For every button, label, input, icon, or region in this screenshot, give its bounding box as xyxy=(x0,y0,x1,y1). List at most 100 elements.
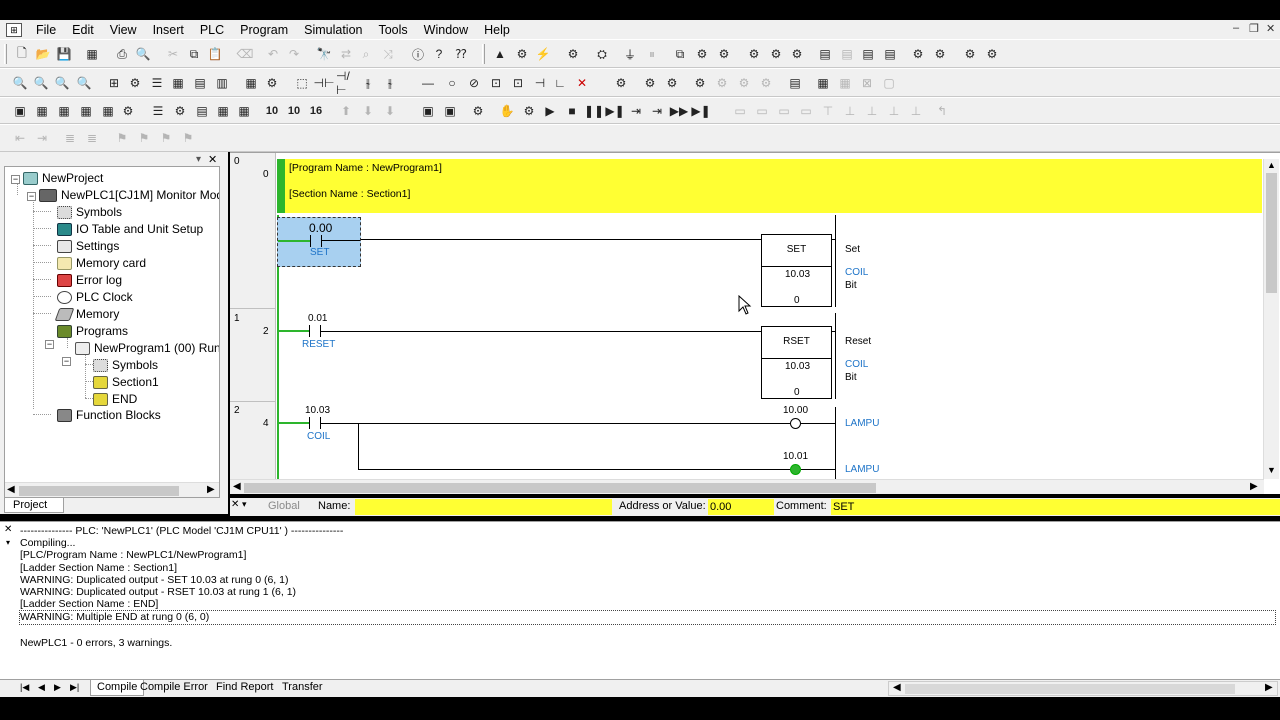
new-icon[interactable]: 🗋 xyxy=(12,44,32,64)
rung-annotation-icon[interactable]: ☰ xyxy=(147,73,167,93)
new-or-closed-contact-icon[interactable]: ⫳ xyxy=(380,73,400,93)
tab-compile-error[interactable]: Compile Error xyxy=(140,681,208,693)
new-closed-coil-icon[interactable]: ⊘ xyxy=(464,73,484,93)
tree-item-error-log[interactable]: Error log xyxy=(57,272,122,288)
set-instruction[interactable]: SET 10.03 0 xyxy=(761,234,832,307)
align-icon[interactable]: ⊥ xyxy=(884,101,904,121)
tab-next-icon[interactable]: ▶ xyxy=(54,682,61,693)
sfc-view-icon[interactable]: ⚙ xyxy=(170,101,190,121)
data-trace-icon[interactable]: ⚙ xyxy=(662,73,682,93)
bookmark-icon[interactable]: ⚑ xyxy=(112,128,132,148)
scroll-right-icon[interactable]: ▶ xyxy=(1250,481,1258,492)
menu-help[interactable]: Help xyxy=(476,23,518,37)
dec-signed-icon[interactable]: 10 xyxy=(284,101,304,121)
outdent-icon[interactable]: ⇤ xyxy=(10,128,30,148)
replace-icon[interactable]: ⇄ xyxy=(336,44,356,64)
online-edit-icon[interactable]: ⛭ xyxy=(592,44,612,64)
step-all-icon[interactable]: ⬇ xyxy=(380,101,400,121)
step-up-icon[interactable]: ⬆ xyxy=(336,101,356,121)
mnemonic-icon[interactable]: ▦ xyxy=(241,73,261,93)
uncomment-icon[interactable]: ≣ xyxy=(82,128,102,148)
cross-reference-icon[interactable]: ⤨ xyxy=(378,44,398,64)
paste-icon[interactable]: 📋 xyxy=(205,44,225,64)
window-cascade-icon[interactable]: ▤ xyxy=(837,44,857,64)
scroll-right-icon[interactable]: ▶ xyxy=(207,484,215,495)
save-icon[interactable]: 💾 xyxy=(54,44,74,64)
fb-edit-icon[interactable]: ▣ xyxy=(10,101,30,121)
collapse-icon[interactable]: − xyxy=(62,357,71,366)
tree-item-symbols[interactable]: Symbols xyxy=(57,204,122,220)
pin-icon[interactable]: ▾ xyxy=(242,499,247,510)
collapse-icon[interactable]: − xyxy=(11,175,20,184)
hand-icon[interactable]: ✋ xyxy=(497,101,517,121)
scroll-down-icon[interactable]: ▼ xyxy=(1267,465,1276,475)
fb-definition-icon[interactable]: ▦ xyxy=(32,101,52,121)
online-edit-send-icon[interactable]: ⚙ xyxy=(734,73,754,93)
menu-insert[interactable]: Insert xyxy=(145,23,192,37)
print-preview-icon[interactable]: 🔍 xyxy=(133,44,153,64)
collapse-icon[interactable]: − xyxy=(27,192,36,201)
next-bookmark-icon[interactable]: ⚑ xyxy=(134,128,154,148)
breakpoint-icon[interactable]: ⚙ xyxy=(519,101,539,121)
window-split-icon[interactable]: ▤ xyxy=(858,44,878,64)
fb-icon[interactable]: ⚙ xyxy=(908,44,928,64)
hex-value-icon[interactable]: 16 xyxy=(306,101,326,121)
fb-call-icon[interactable]: ▦ xyxy=(98,101,118,121)
open-icon[interactable]: 📂 xyxy=(33,44,53,64)
tab-transfer[interactable]: Transfer xyxy=(282,681,323,693)
align-icon[interactable]: ▭ xyxy=(796,101,816,121)
tree-item-end[interactable]: END xyxy=(93,391,137,407)
io-comment-icon[interactable]: ▥ xyxy=(212,73,232,93)
pause-icon[interactable]: ⏸ xyxy=(642,44,662,64)
tab-find-report[interactable]: Find Report xyxy=(216,681,273,693)
program-header[interactable]: [Program Name : NewProgram1] [Section Na… xyxy=(285,159,1262,213)
online-mode-icon[interactable]: ⚙ xyxy=(611,73,631,93)
find-icon[interactable]: 🔭 xyxy=(314,44,334,64)
contact-left-bar[interactable] xyxy=(309,325,310,337)
compile-all-icon[interactable]: ⚙ xyxy=(714,44,734,64)
zoom-out-icon[interactable]: 🔍 xyxy=(52,73,72,93)
st-view-icon[interactable]: ▤ xyxy=(192,101,212,121)
clear-bookmark-icon[interactable]: ⚑ xyxy=(178,128,198,148)
tab-last-icon[interactable]: ▶| xyxy=(70,682,79,693)
scan-run-icon[interactable]: ▶❚ xyxy=(691,101,711,121)
tree-item-project[interactable]: NewProject xyxy=(23,170,103,186)
new-or-contact-icon[interactable]: ⫳ xyxy=(358,73,378,93)
step-over-icon[interactable]: ⇥ xyxy=(647,101,667,121)
tree-item-program[interactable]: NewProgram1 (00) Runn xyxy=(75,340,219,356)
work-online-icon[interactable]: ⚙ xyxy=(563,44,583,64)
prev-bookmark-icon[interactable]: ⚑ xyxy=(156,128,176,148)
zoom-fit-icon[interactable]: 🔍 xyxy=(74,73,94,93)
align-icon[interactable]: ⊥ xyxy=(906,101,926,121)
scroll-right-icon[interactable]: ▶ xyxy=(1265,682,1273,693)
comment-icon[interactable]: ≣ xyxy=(60,128,80,148)
window-arrange-icon[interactable]: ▤ xyxy=(880,44,900,64)
watch-window-icon[interactable]: ▤ xyxy=(190,73,210,93)
menu-plc[interactable]: PLC xyxy=(192,23,232,37)
align-icon[interactable]: ▭ xyxy=(730,101,750,121)
toggle-project-icon[interactable]: ▲ xyxy=(490,44,510,64)
window-tile-icon[interactable]: ▤ xyxy=(815,44,835,64)
program-check-icon[interactable]: ⧉ xyxy=(670,44,690,64)
new-vertical-icon[interactable]: ∟ xyxy=(550,73,570,93)
align-icon[interactable]: ⊥ xyxy=(862,101,882,121)
menu-tools[interactable]: Tools xyxy=(370,23,415,37)
tree-item-section1[interactable]: Section1 xyxy=(93,374,159,390)
indent-icon[interactable]: ⇥ xyxy=(32,128,52,148)
pause-sim-icon[interactable]: ❚❚ xyxy=(584,101,604,121)
zoom-icon[interactable]: 🔍 xyxy=(10,73,30,93)
step-run-icon[interactable]: ▶❚ xyxy=(605,101,625,121)
menu-simulation[interactable]: Simulation xyxy=(296,23,370,37)
grid-icon[interactable]: ⊞ xyxy=(104,73,124,93)
clock-tb-icon[interactable]: ▢ xyxy=(879,73,899,93)
output-line[interactable]: WARNING: Duplicated output - SET 10.03 a… xyxy=(20,574,1276,586)
collapse-icon[interactable]: − xyxy=(45,340,54,349)
toggle-output-icon[interactable]: ⚙ xyxy=(512,44,532,64)
output-coil[interactable] xyxy=(790,418,801,429)
output-line[interactable]: WARNING: Duplicated output - RSET 10.03 … xyxy=(20,586,1276,598)
scroll-thumb[interactable] xyxy=(244,483,876,493)
run-icon[interactable]: ▶ xyxy=(540,101,560,121)
menu-view[interactable]: View xyxy=(102,23,145,37)
pin-icon[interactable]: ▾ xyxy=(196,154,201,165)
menu-window[interactable]: Window xyxy=(416,23,476,37)
